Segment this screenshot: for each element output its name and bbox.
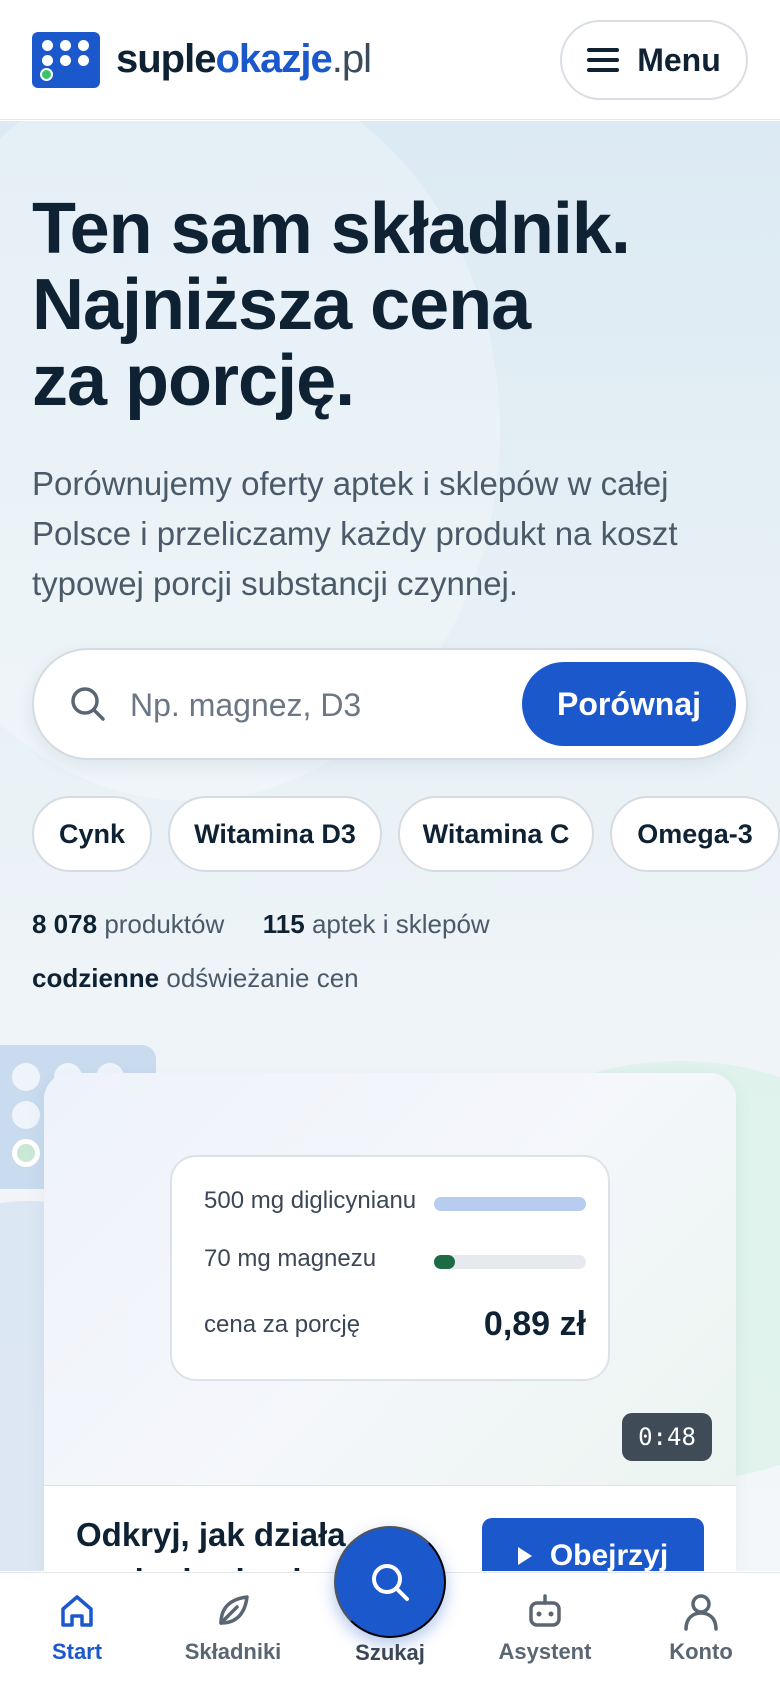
logo-dot — [42, 55, 53, 66]
nav-label-search: Szukaj — [355, 1640, 425, 1665]
robot-icon — [529, 1594, 561, 1627]
menu-label: Menu — [637, 41, 721, 78]
nav-label: Składniki — [184, 1639, 282, 1664]
price-info-card: 500 mg diglicynianu 70 mg magnezu cena z… — [170, 1155, 610, 1381]
progress-bar-fill — [434, 1197, 586, 1211]
menu-button[interactable]: Menu — [560, 20, 748, 100]
search-bar: Porównaj — [32, 648, 748, 760]
products-count: 8 078 — [32, 909, 98, 939]
hero-section: Ten sam składnik. Najniższa cena za porc… — [0, 121, 780, 1571]
products-label: produktów — [104, 909, 225, 939]
progress-bar — [434, 1255, 586, 1269]
nav-label: Start — [51, 1639, 103, 1664]
logo-part: okazje — [215, 37, 332, 81]
decorative-dot — [12, 1101, 40, 1129]
nav-label: Konto — [669, 1639, 733, 1664]
decorative-dot — [12, 1139, 40, 1167]
stores-label: aptek i sklepów — [311, 909, 490, 939]
refresh-row: codzienne odświeżanie cen — [32, 963, 359, 994]
hero-subtitle: Porównujemy oferty aptek i sklepów w cał… — [32, 465, 678, 602]
logo-part: .pl — [331, 37, 372, 81]
search-fab-button[interactable] — [334, 1526, 446, 1638]
headline-line: Ten sam składnik. — [32, 189, 631, 269]
logo-wordmark[interactable]: supleokazje.pl — [116, 34, 372, 84]
refresh-bold: codzienne — [32, 963, 160, 993]
nav-item-start[interactable]: Start — [2, 1573, 152, 1688]
watch-button[interactable]: Obejrzyj — [482, 1518, 704, 1571]
headline-line: Najniższa cena — [32, 265, 531, 345]
play-icon — [517, 1547, 532, 1565]
headline-line: za porcję. — [32, 341, 355, 421]
info-row-label: 500 mg diglicynianu — [204, 1187, 417, 1214]
site-header: supleokazje.pl Menu — [0, 0, 780, 120]
search-icon — [68, 684, 108, 724]
info-row-label: cena za porcję — [204, 1311, 361, 1338]
progress-bar — [434, 1197, 586, 1211]
refresh-label: odświeżanie cen — [166, 963, 359, 993]
user-icon — [684, 1594, 718, 1631]
logo-mark-icon[interactable] — [32, 32, 100, 88]
nav-label: Asystent — [498, 1639, 592, 1664]
video-duration: 0:48 — [622, 1413, 712, 1461]
page-title: Ten sam składnik. Najniższa cena za porc… — [32, 191, 732, 419]
compare-button[interactable]: Porównaj — [522, 662, 736, 746]
decorative-dot — [12, 1063, 40, 1091]
logo-dot — [60, 40, 71, 51]
video-title: Odkryj, jak działa supleokazje.pl — [76, 1516, 346, 1571]
chip-cynk[interactable]: Cynk — [32, 796, 152, 872]
home-icon — [61, 1595, 93, 1627]
watch-label: Obejrzyj — [549, 1539, 669, 1571]
progress-bar-fill — [434, 1255, 456, 1269]
hamburger-icon — [587, 48, 620, 72]
logo-dot — [60, 55, 71, 66]
logo-dot-green — [40, 68, 53, 81]
logo-dot — [42, 40, 53, 51]
nav-item-account[interactable]: Konto — [626, 1573, 776, 1688]
chip-omega-3[interactable]: Omega-3 — [610, 796, 780, 872]
chip-witamina-c[interactable]: Witamina C — [398, 796, 594, 872]
nav-item-assistant[interactable]: Asystent — [470, 1573, 620, 1688]
search-input[interactable] — [130, 680, 490, 730]
logo-part: suple — [116, 37, 216, 81]
stores-count: 115 — [262, 909, 305, 939]
stats-row: 8 078 produktów 115 aptek i sklepów — [32, 909, 490, 940]
search-icon — [372, 1564, 409, 1601]
nav-item-ingredients[interactable]: Składniki — [158, 1573, 308, 1688]
info-row-label: 70 mg magnezu — [204, 1245, 377, 1272]
leaf-icon — [219, 1595, 249, 1625]
chip-witamina-d3[interactable]: Witamina D3 — [168, 796, 382, 872]
price-per-portion: 0,89 zł — [483, 1305, 586, 1343]
video-card[interactable]: 500 mg diglicynianu 70 mg magnezu cena z… — [44, 1073, 736, 1571]
logo-dot — [78, 40, 89, 51]
logo-dot — [78, 55, 89, 66]
